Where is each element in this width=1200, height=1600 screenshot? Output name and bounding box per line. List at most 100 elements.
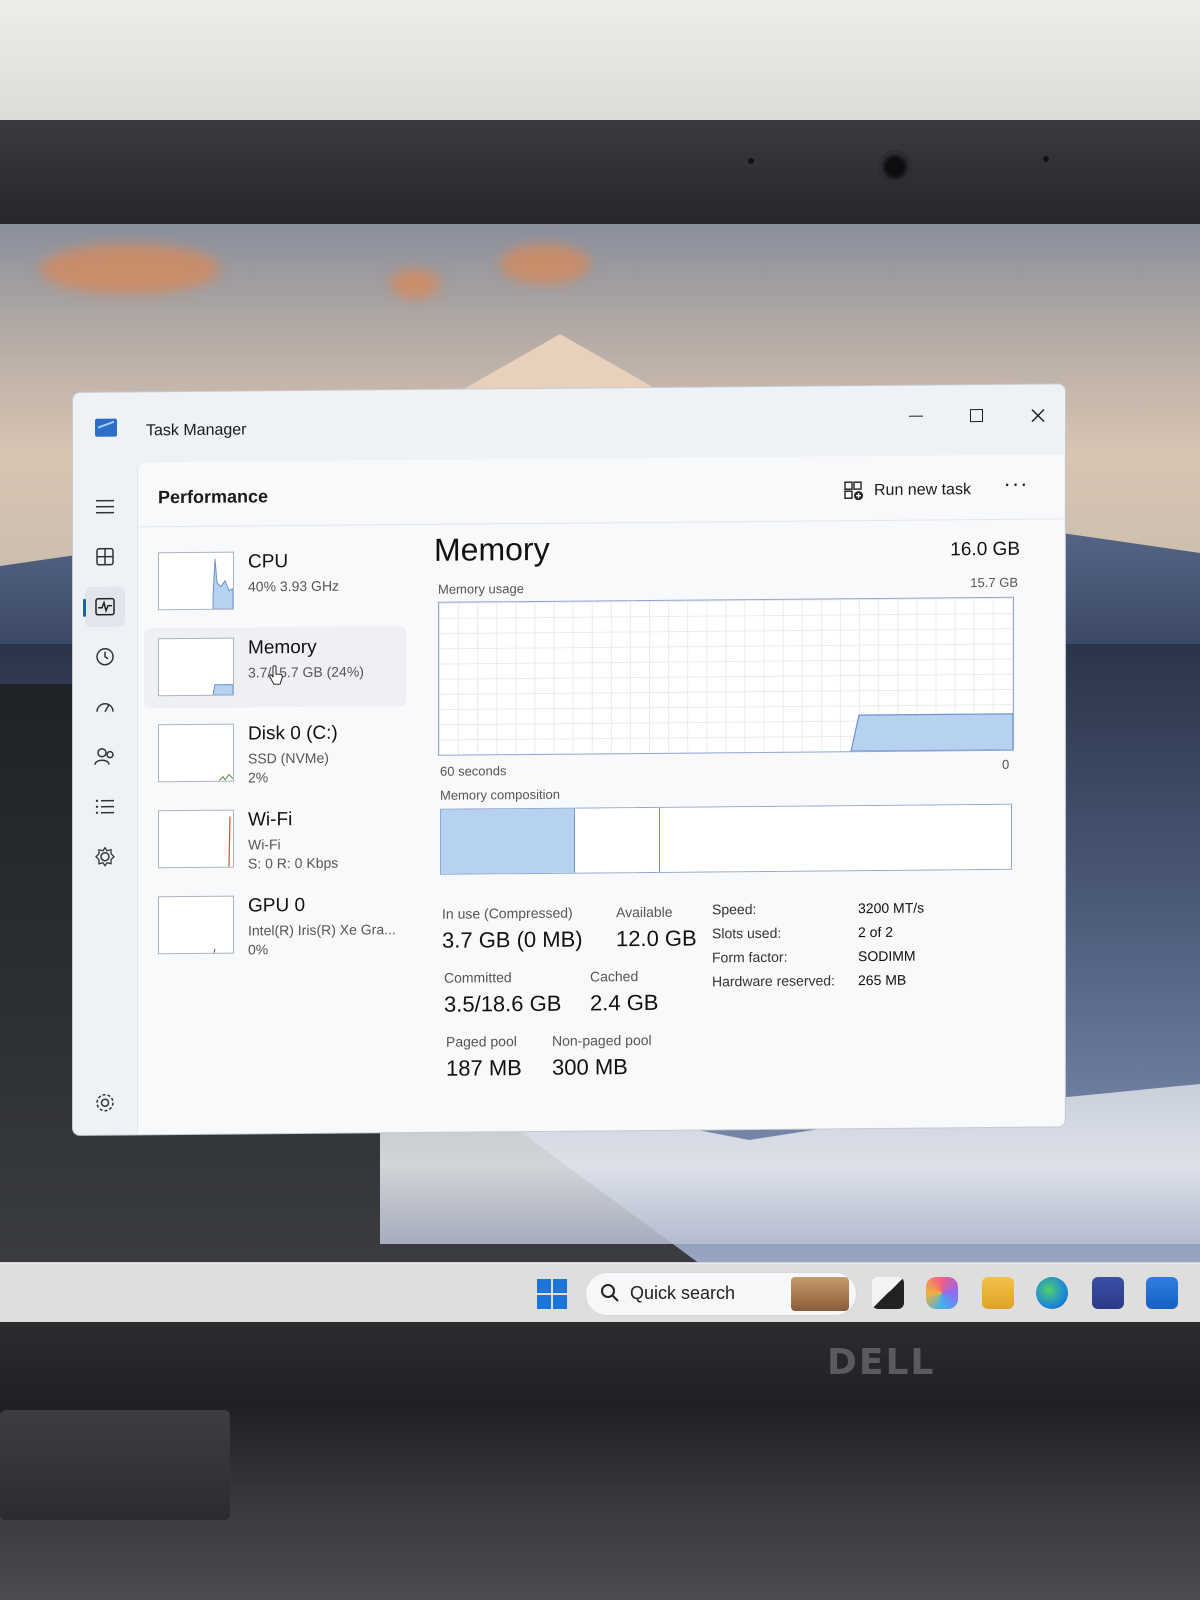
task-manager-window: Task Manager Performance Run new task ··… bbox=[72, 383, 1066, 1136]
start-button[interactable] bbox=[537, 1279, 567, 1309]
file-explorer-icon[interactable] bbox=[982, 1277, 1014, 1309]
memory-heading: Memory bbox=[434, 530, 550, 568]
laptop-hinge bbox=[0, 1410, 230, 1520]
outlook-icon[interactable] bbox=[1146, 1277, 1178, 1309]
perf-item-name: Memory bbox=[248, 636, 317, 659]
minimize-icon bbox=[909, 415, 923, 417]
hamburger-menu-button[interactable] bbox=[85, 487, 125, 527]
run-new-task-icon bbox=[844, 481, 863, 501]
performance-resource-list: CPU 40% 3.93 GHz Memory 3.7/15.7 GB (24%… bbox=[144, 540, 406, 972]
perf-item-detail: Intel(R) Iris(R) Xe Gra... 0% bbox=[248, 921, 396, 958]
store-icon[interactable] bbox=[1092, 1277, 1124, 1309]
speed-label: Speed: bbox=[712, 901, 757, 918]
run-new-task-button[interactable]: Run new task bbox=[838, 473, 977, 508]
perf-item-name: CPU bbox=[248, 551, 289, 573]
laptop-top-bezel bbox=[0, 120, 1200, 225]
speed-value: 3200 MT/s bbox=[858, 899, 925, 917]
perf-item-detail: Wi-Fi S: 0 R: 0 Kbps bbox=[248, 836, 339, 872]
graph-time-span-label: 60 seconds bbox=[440, 763, 507, 779]
slots-used-label: Slots used: bbox=[712, 924, 782, 942]
disk-thumbnail-graph bbox=[158, 723, 234, 783]
nav-settings[interactable] bbox=[85, 1083, 125, 1123]
task-view-icon[interactable] bbox=[872, 1277, 904, 1309]
perf-item-gpu[interactable]: GPU 0 Intel(R) Iris(R) Xe Gra... 0% bbox=[144, 884, 406, 966]
hamburger-menu-icon bbox=[96, 499, 114, 514]
minimize-button[interactable] bbox=[891, 399, 941, 431]
memory-usage-max: 15.7 GB bbox=[970, 574, 1018, 591]
memory-usage-label: Memory usage bbox=[438, 581, 524, 597]
perf-item-detail: 40% 3.93 GHz bbox=[248, 577, 340, 595]
details-icon bbox=[95, 799, 114, 814]
nav-app-history[interactable] bbox=[85, 637, 125, 677]
perf-item-name: Wi-Fi bbox=[248, 809, 293, 831]
webcam bbox=[878, 150, 912, 184]
perf-item-memory[interactable]: Memory 3.7/15.7 GB (24%) bbox=[144, 626, 406, 709]
sensor-dot bbox=[1043, 156, 1049, 162]
perf-item-name: GPU 0 bbox=[248, 894, 306, 917]
nav-users[interactable] bbox=[85, 737, 125, 777]
memory-usage-area bbox=[850, 713, 1013, 752]
background-wall bbox=[0, 0, 1200, 130]
cloud bbox=[390, 269, 440, 299]
nav-details[interactable] bbox=[85, 787, 125, 827]
wifi-thumbnail-graph bbox=[158, 809, 234, 869]
available-value: 12.0 GB bbox=[616, 925, 697, 952]
copilot-icon[interactable] bbox=[926, 1277, 958, 1309]
perf-item-detail: 3.7/15.7 GB (24%) bbox=[248, 663, 364, 681]
taskbar bbox=[0, 1262, 1200, 1264]
cloud bbox=[40, 244, 220, 294]
in-use-label: In use (Compressed) bbox=[442, 904, 573, 922]
title-bar[interactable]: Task Manager bbox=[73, 384, 1065, 463]
composition-modified-segment bbox=[575, 807, 660, 873]
nav-services[interactable] bbox=[85, 837, 125, 877]
form-factor-label: Form factor: bbox=[712, 948, 788, 966]
perf-item-detail: SSD (NVMe) 2% bbox=[248, 749, 329, 786]
services-icon bbox=[95, 846, 115, 867]
taskbar-search[interactable]: Quick search bbox=[585, 1272, 857, 1316]
composition-free-segment bbox=[659, 804, 1011, 872]
task-manager-app-icon bbox=[95, 418, 117, 437]
memory-detail-panel: Memory 16.0 GB Memory usage 15.7 GB 60 s… bbox=[434, 527, 1044, 1081]
nav-startup-apps[interactable] bbox=[85, 687, 125, 727]
available-label: Available bbox=[616, 903, 673, 921]
edge-icon[interactable] bbox=[1036, 1277, 1068, 1309]
more-options-button[interactable]: ··· bbox=[998, 471, 1034, 505]
memory-usage-graph bbox=[438, 596, 1014, 756]
composition-in-use-segment bbox=[441, 808, 576, 874]
mouse-cursor-icon bbox=[269, 665, 283, 685]
paged-pool-value: 187 MB bbox=[446, 1055, 522, 1081]
nav-performance[interactable] bbox=[85, 586, 125, 627]
performance-icon bbox=[95, 597, 115, 616]
nonpaged-pool-value: 300 MB bbox=[552, 1054, 628, 1080]
nonpaged-pool-label: Non-paged pool bbox=[552, 1031, 652, 1049]
startup-apps-icon bbox=[96, 703, 114, 713]
performance-page: Performance Run new task ··· CPU 40% 3.9… bbox=[137, 454, 1064, 1135]
perf-item-wifi[interactable]: Wi-Fi Wi-Fi S: 0 R: 0 Kbps bbox=[144, 798, 406, 880]
navigation-rail bbox=[73, 462, 137, 1135]
sensor-dot bbox=[748, 158, 754, 164]
search-label: Quick search bbox=[630, 1283, 736, 1303]
maximize-icon bbox=[969, 409, 983, 423]
graph-time-zero-label: 0 bbox=[1002, 756, 1010, 772]
perf-item-cpu[interactable]: CPU 40% 3.93 GHz bbox=[144, 540, 406, 622]
form-factor-value: SODIMM bbox=[858, 947, 916, 965]
brand-logo: DELL bbox=[827, 1342, 936, 1383]
paged-pool-label: Paged pool bbox=[446, 1033, 517, 1050]
run-new-task-label: Run new task bbox=[874, 481, 971, 500]
cpu-thumbnail-graph bbox=[158, 551, 234, 611]
maximize-button[interactable] bbox=[951, 399, 1001, 431]
hardware-reserved-value: 265 MB bbox=[858, 971, 907, 989]
perf-item-disk[interactable]: Disk 0 (C:) SSD (NVMe) 2% bbox=[144, 712, 406, 794]
settings-icon bbox=[96, 1093, 114, 1112]
in-use-value: 3.7 GB (0 MB) bbox=[442, 926, 583, 953]
search-highlight-image bbox=[791, 1277, 849, 1311]
window-title: Task Manager bbox=[146, 421, 247, 440]
processes-icon bbox=[96, 547, 114, 566]
close-button[interactable] bbox=[1013, 398, 1063, 430]
app-history-icon bbox=[96, 647, 114, 666]
close-icon bbox=[1031, 408, 1045, 422]
nav-processes[interactable] bbox=[85, 537, 125, 577]
users-icon bbox=[94, 747, 114, 765]
search-icon bbox=[601, 1284, 619, 1302]
hardware-reserved-label: Hardware reserved: bbox=[712, 972, 835, 990]
